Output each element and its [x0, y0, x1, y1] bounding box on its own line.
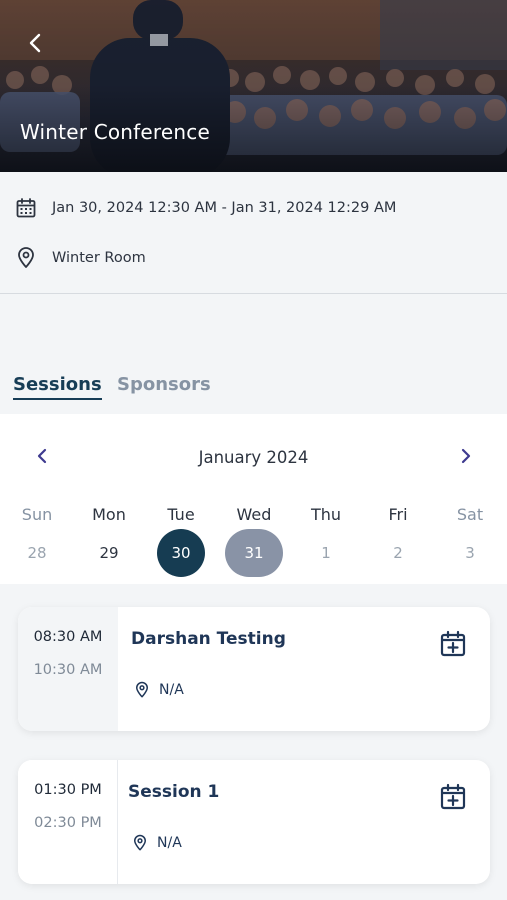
tab-sessions[interactable]: Sessions [13, 374, 102, 400]
day-30-selected[interactable]: 30 [157, 529, 205, 577]
tab-sponsors[interactable]: Sponsors [117, 374, 211, 395]
week-calendar: January 2024 Sun Mon Tue Wed Thu Fri Sat… [0, 414, 507, 584]
event-title: Winter Conference [20, 120, 210, 144]
session-card[interactable]: 01:30 PM 02:30 PM Session 1 N/A [18, 760, 490, 884]
day-31[interactable]: 31 [225, 529, 283, 577]
session-end-time: 02:30 PM [34, 815, 102, 831]
event-info: Jan 30, 2024 12:30 AM - Jan 31, 2024 12:… [0, 172, 507, 294]
weekday-tue: Tue [167, 505, 195, 524]
event-date-row: Jan 30, 2024 12:30 AM - Jan 31, 2024 12:… [14, 196, 396, 220]
session-start-time: 01:30 PM [34, 782, 102, 798]
weekday-thu: Thu [310, 505, 342, 524]
day-29[interactable]: 29 [85, 529, 133, 577]
location-pin-icon [136, 681, 148, 698]
day-2[interactable]: 2 [374, 529, 422, 577]
day-28[interactable]: 28 [13, 529, 61, 577]
weekday-wed: Wed [236, 505, 272, 524]
next-week-button[interactable] [454, 444, 478, 468]
session-location: N/A [133, 681, 184, 699]
calendar-add-icon [440, 783, 466, 810]
session-start-time: 08:30 AM [33, 629, 103, 645]
hero-banner: Winter Conference [0, 0, 507, 172]
weekday-sat: Sat [456, 505, 484, 524]
session-location: N/A [131, 834, 182, 852]
add-to-calendar-button[interactable] [438, 782, 468, 812]
weekday-mon: Mon [92, 505, 126, 524]
add-to-calendar-button[interactable] [438, 629, 468, 659]
day-3[interactable]: 3 [446, 529, 494, 577]
weekday-sun: Sun [21, 505, 53, 524]
weekday-fri: Fri [388, 505, 408, 524]
session-time: 08:30 AM 10:30 AM [18, 607, 118, 731]
back-button[interactable] [20, 28, 50, 58]
hero-overlay [0, 0, 507, 172]
session-location-text: N/A [157, 835, 182, 851]
calendar-month-label: January 2024 [198, 448, 309, 467]
event-location: Winter Room [52, 250, 146, 266]
location-pin-icon [134, 834, 146, 851]
session-location-text: N/A [159, 682, 184, 698]
back-icon [29, 33, 41, 53]
session-title: Session 1 [128, 782, 220, 802]
session-card[interactable]: 08:30 AM 10:30 AM Darshan Testing N/A [18, 607, 490, 731]
content-tabs: Sessions Sponsors [0, 362, 507, 414]
location-pin-icon [18, 247, 34, 268]
session-end-time: 10:30 AM [33, 662, 103, 678]
chevron-right-icon [461, 448, 471, 464]
day-1[interactable]: 1 [302, 529, 350, 577]
calendar-icon [16, 198, 36, 218]
session-time: 01:30 PM 02:30 PM [18, 760, 118, 884]
calendar-add-icon [440, 630, 466, 657]
event-date-range: Jan 30, 2024 12:30 AM - Jan 31, 2024 12:… [52, 200, 397, 216]
event-location-row: Winter Room [14, 246, 146, 270]
session-title: Darshan Testing [131, 629, 286, 649]
